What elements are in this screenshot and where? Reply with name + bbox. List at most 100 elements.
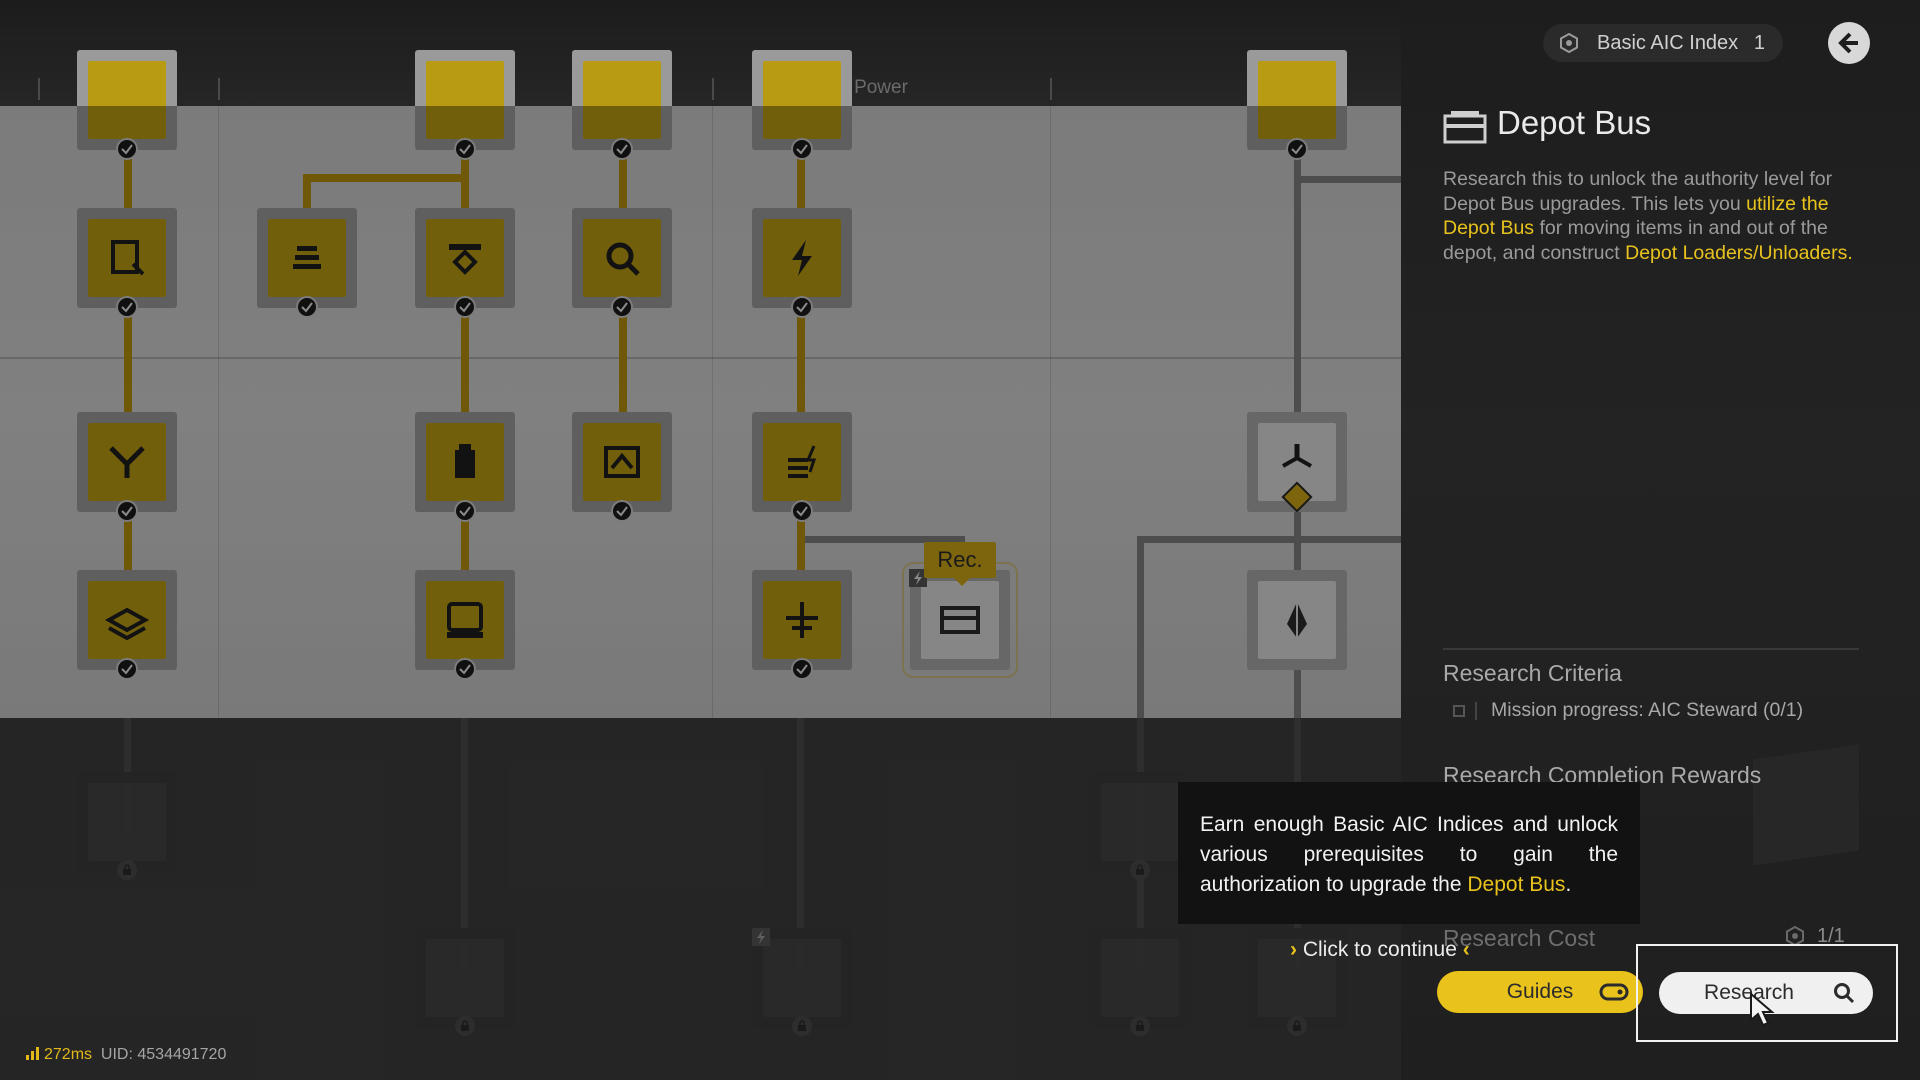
criteria-item: Mission progress: AIC Steward (0/1): [1453, 697, 1803, 723]
lock-icon: [455, 1016, 475, 1036]
criteria-text: Mission progress: AIC Steward (0/1): [1491, 699, 1804, 721]
tutorial-tooltip[interactable]: Earn enough Basic AIC Indices and unlock…: [1178, 782, 1640, 924]
tech-tile: [763, 219, 841, 297]
stack-icon: [293, 246, 321, 269]
tooltip-text: Earn enough Basic AIC Indices and unlock…: [1200, 810, 1618, 900]
tech-node[interactable]: [415, 570, 515, 680]
recommended-tag: Rec.: [924, 542, 996, 586]
canister-icon: [455, 444, 475, 478]
tech-node-locked[interactable]: [1090, 928, 1190, 1036]
merger-icon: [109, 446, 145, 478]
completed-check-icon: [611, 138, 633, 160]
tech-node[interactable]: [77, 570, 177, 680]
tree-canvas: [0, 106, 1401, 718]
relay-icon: [786, 602, 818, 638]
checkbox-icon: [1453, 704, 1465, 717]
section-divider: [1443, 648, 1859, 650]
crystal-icon: [1287, 602, 1307, 638]
tech-node[interactable]: [572, 412, 672, 522]
storage-icon: [111, 240, 145, 276]
tech-node-locked[interactable]: [1090, 772, 1190, 880]
column-divider: [218, 106, 219, 718]
back-button[interactable]: [1828, 22, 1870, 64]
tech-tile: [921, 581, 999, 659]
lock-icon: [1130, 1016, 1150, 1036]
signal-bars-icon: [26, 1047, 39, 1060]
tech-node-available[interactable]: [1247, 412, 1347, 513]
tech-node-locked[interactable]: [415, 928, 515, 1036]
guides-button[interactable]: Guides: [1437, 971, 1643, 1013]
tech-tile: [426, 219, 504, 297]
connector-line: [303, 174, 469, 182]
lock-icon: [117, 860, 137, 880]
tech-node[interactable]: [572, 208, 672, 318]
completed-check-icon: [296, 296, 318, 318]
tooltip-end: .: [1565, 873, 1572, 896]
layers-icon: [104, 607, 150, 641]
tech-node[interactable]: [752, 208, 852, 318]
tech-node-available[interactable]: [1247, 570, 1347, 670]
bolt-icon: [792, 240, 812, 276]
completed-check-icon: [116, 658, 138, 680]
detail-title: Depot Bus: [1497, 104, 1652, 141]
column-divider: [712, 106, 713, 718]
tech-node-locked[interactable]: [77, 772, 177, 880]
ping-value: 272ms: [44, 1046, 93, 1063]
row-divider: [0, 357, 1401, 359]
power-bolt-icon: [752, 928, 770, 946]
uid-value: UID: 4534491720: [100, 1046, 227, 1063]
status-footer: 272ms UID: 4534491720: [26, 1044, 226, 1066]
aic-index-count: 1: [1753, 32, 1765, 54]
tech-node[interactable]: [752, 570, 852, 680]
completed-check-icon: [791, 296, 813, 318]
tech-tile: [1258, 581, 1336, 659]
depot-bus-icon: [1443, 111, 1487, 144]
reward-item[interactable]: [1753, 745, 1859, 866]
completed-check-icon: [116, 138, 138, 160]
criteria-title: Research Criteria: [1443, 660, 1622, 686]
mouse-cursor-icon: [1750, 992, 1775, 1027]
depot-bus-icon: [940, 606, 980, 634]
power-tower-icon: [788, 445, 817, 478]
tech-tile: [426, 423, 504, 501]
machine-icon: [447, 602, 483, 638]
refiner-icon: [449, 244, 481, 275]
lock-icon: [1130, 860, 1150, 880]
aic-index-label: Basic AIC Index: [1597, 32, 1739, 54]
completed-check-icon: [116, 296, 138, 318]
tech-node[interactable]: [415, 208, 515, 318]
tech-node[interactable]: [77, 412, 177, 522]
tech-tile: [88, 581, 166, 659]
tech-tile: [88, 783, 166, 861]
tech-node[interactable]: [77, 208, 177, 318]
tech-tile: [426, 939, 504, 1017]
completed-check-icon: [116, 500, 138, 522]
description-link[interactable]: Depot Loaders/Unloaders.: [1625, 242, 1853, 264]
continue-label: Click to continue: [1302, 938, 1457, 961]
tech-tile: [763, 581, 841, 659]
tech-node[interactable]: [257, 208, 357, 318]
completed-check-icon: [791, 500, 813, 522]
turret-icon: [1282, 444, 1312, 468]
column-divider: [1050, 106, 1051, 718]
tech-node[interactable]: [752, 412, 852, 522]
click-to-continue[interactable]: › Click to continue ‹: [1290, 936, 1470, 964]
tech-node[interactable]: [415, 412, 515, 522]
tech-tile: [583, 219, 661, 297]
completed-check-icon: [454, 658, 476, 680]
chevron-right-icon: ›: [1290, 938, 1297, 961]
completed-check-icon: [791, 138, 813, 160]
completed-check-icon: [1286, 138, 1308, 160]
crusher-icon: [604, 446, 640, 478]
completed-check-icon: [454, 296, 476, 318]
aic-index-counter: Basic AIC Index 1: [1543, 24, 1783, 62]
tech-tile: [1101, 939, 1179, 1017]
chevron-left-icon: ‹: [1462, 938, 1470, 961]
gamepad-icon: [1599, 983, 1629, 1001]
criteria-separator: [1475, 701, 1477, 720]
completed-check-icon: [611, 296, 633, 318]
detail-description: Research this to unlock the authority le…: [1443, 167, 1863, 265]
tooltip-highlight: Depot Bus: [1467, 873, 1566, 896]
tech-tile: [1101, 783, 1179, 861]
tech-tile: [763, 423, 841, 501]
